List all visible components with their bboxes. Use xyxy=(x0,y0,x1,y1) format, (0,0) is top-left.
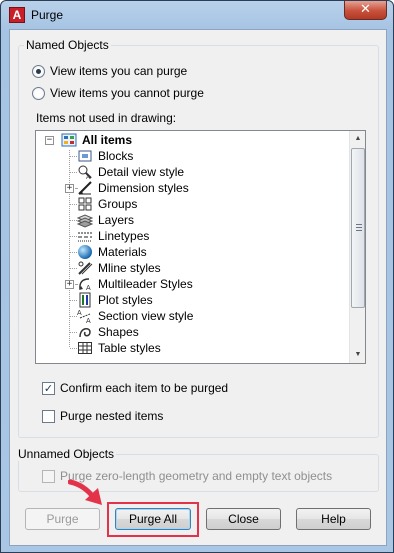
checkbox-box xyxy=(42,469,55,483)
radio-indicator[interactable] xyxy=(32,64,45,78)
radio-view-can-purge[interactable]: View items you can purge xyxy=(32,63,187,79)
tree-line xyxy=(70,268,77,269)
blocks-icon xyxy=(77,148,93,164)
dialog-body: Named Objects View items you can purge V… xyxy=(9,29,387,546)
tree-scrollbar[interactable]: ▲ ▼ xyxy=(349,131,365,363)
tree-line xyxy=(70,220,77,221)
tree-item-mline-styles[interactable]: Mline styles xyxy=(77,260,161,276)
purge-all-button[interactable]: Purge All xyxy=(115,508,191,530)
materials-icon xyxy=(77,244,93,260)
all-items-icon xyxy=(61,132,77,148)
tree-root-label: All items xyxy=(82,133,133,147)
radio-indicator[interactable] xyxy=(32,86,45,100)
tree-item-materials[interactable]: Materials xyxy=(77,244,147,260)
scroll-down-icon[interactable]: ▼ xyxy=(350,347,365,363)
layers-icon xyxy=(76,212,94,228)
svg-text:A: A xyxy=(77,310,82,317)
close-button[interactable]: Close xyxy=(206,508,281,530)
items-tree[interactable]: − All items Blocks A Detail view style +… xyxy=(35,130,366,364)
purge-button: Purge xyxy=(25,508,100,530)
purge-nested-label: Purge nested items xyxy=(60,409,164,423)
expand-icon[interactable]: + xyxy=(65,184,74,193)
tree-item-label: Detail view style xyxy=(98,165,185,179)
radio-view-cannot-purge-label: View items you cannot purge xyxy=(50,86,204,100)
tree-item-detail-view-style[interactable]: A Detail view style xyxy=(77,164,185,181)
tree-line xyxy=(75,284,77,285)
scrollbar-thumb[interactable] xyxy=(351,148,365,308)
scroll-up-icon[interactable]: ▲ xyxy=(350,131,365,147)
tree-line xyxy=(70,252,77,253)
multileader-styles-icon: A xyxy=(77,276,93,292)
annotation-arrow-icon xyxy=(68,479,102,505)
expand-icon[interactable]: + xyxy=(65,280,74,289)
tree-item-linetypes[interactable]: Linetypes xyxy=(77,228,149,244)
svg-text:A: A xyxy=(86,285,91,292)
tree-item-dimension-styles[interactable]: Dimension styles xyxy=(77,180,189,196)
tree-item-label: Plot styles xyxy=(98,293,153,307)
tree-item-label: Groups xyxy=(98,197,138,211)
section-view-style-icon: AA xyxy=(77,308,93,325)
tree-item-table-styles[interactable]: Table styles xyxy=(77,340,161,356)
tree-item-label: Multileader Styles xyxy=(98,277,193,291)
tree-item-label: Shapes xyxy=(98,325,139,339)
mline-styles-icon xyxy=(77,260,93,276)
tree-item-groups[interactable]: Groups xyxy=(77,196,137,212)
close-icon: ✕ xyxy=(360,2,371,17)
tree-item-shapes[interactable]: Shapes xyxy=(77,324,139,340)
autocad-app-icon: A xyxy=(9,7,25,23)
tree-line xyxy=(70,316,77,317)
tree-line xyxy=(70,300,77,301)
confirm-each-label: Confirm each item to be purged xyxy=(60,381,229,395)
tree-line xyxy=(70,348,77,349)
tree-item-label: Section view style xyxy=(98,309,194,323)
named-objects-label: Named Objects xyxy=(24,38,111,52)
tree-item-multileader-styles[interactable]: A Multileader Styles xyxy=(77,276,193,292)
tree-item-plot-styles[interactable]: Plot styles xyxy=(77,292,153,308)
tree-root-all-items[interactable]: All items xyxy=(61,132,132,148)
dimension-styles-icon xyxy=(77,180,93,196)
tree-item-label: Linetypes xyxy=(98,229,150,243)
table-styles-icon xyxy=(77,340,93,356)
tree-caption: Items not used in drawing: xyxy=(36,111,177,125)
plot-styles-icon xyxy=(77,292,93,308)
purge-dialog: A Purge ✕ Named Objects View items you c… xyxy=(0,0,394,553)
tree-item-label: Table styles xyxy=(98,341,161,355)
detail-view-style-icon: A xyxy=(77,164,93,181)
tree-line xyxy=(70,236,77,237)
help-button[interactable]: Help xyxy=(296,508,371,530)
tree-item-section-view-style[interactable]: AA Section view style xyxy=(77,308,194,325)
radio-view-cannot-purge[interactable]: View items you cannot purge xyxy=(32,85,204,101)
tree-item-label: Mline styles xyxy=(98,261,161,275)
tree-line xyxy=(75,188,77,189)
collapse-icon[interactable]: − xyxy=(45,136,54,145)
radio-view-can-purge-label: View items you can purge xyxy=(50,64,188,78)
tree-item-label: Dimension styles xyxy=(98,181,189,195)
tree-item-label: Layers xyxy=(98,213,135,227)
tree-line xyxy=(69,150,70,347)
tree-item-blocks[interactable]: Blocks xyxy=(77,148,133,164)
groups-icon xyxy=(77,196,93,212)
tree-line xyxy=(70,172,77,173)
tree-line xyxy=(70,156,77,157)
purge-nested-checkbox[interactable]: Purge nested items xyxy=(42,408,163,424)
tree-line xyxy=(70,204,77,205)
close-window-button[interactable]: ✕ xyxy=(344,1,387,20)
unnamed-objects-label: Unnamed Objects xyxy=(16,447,117,461)
confirm-each-checkbox[interactable]: ✓ Confirm each item to be purged xyxy=(42,380,228,396)
window-title: Purge xyxy=(31,8,64,22)
checkmark-icon[interactable]: ✓ xyxy=(42,381,55,395)
shapes-icon xyxy=(77,324,93,340)
linetypes-icon xyxy=(77,228,93,244)
tree-item-layers[interactable]: Layers xyxy=(76,212,135,228)
tree-item-label: Blocks xyxy=(98,149,134,163)
tree-item-label: Materials xyxy=(98,245,147,259)
checkbox-box[interactable] xyxy=(42,409,55,423)
title-bar[interactable]: A Purge ✕ xyxy=(1,1,393,29)
tree-line xyxy=(70,332,77,333)
